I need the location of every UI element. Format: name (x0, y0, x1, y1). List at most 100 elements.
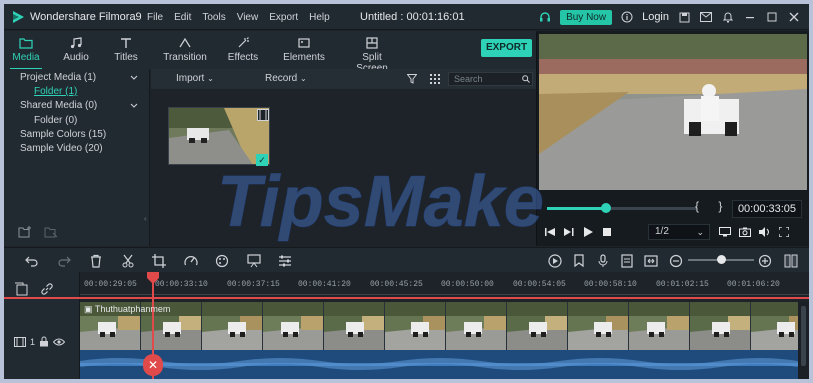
login-button[interactable]: Login (642, 11, 669, 23)
filter-icon[interactable] (407, 74, 417, 84)
volume-icon[interactable] (759, 227, 771, 237)
library-item-sample-colors[interactable]: Sample Colors (15) (20, 129, 106, 140)
music-note-icon (70, 37, 82, 49)
record-label: Record (265, 73, 298, 84)
save-icon[interactable] (677, 10, 691, 24)
menu-tools[interactable]: Tools (202, 12, 225, 23)
search-input[interactable]: Search (448, 72, 533, 86)
playback-progress-bar[interactable] (547, 207, 697, 210)
tab-media-label: Media (12, 52, 40, 63)
crop-icon[interactable] (152, 254, 166, 268)
redo-icon[interactable] (57, 254, 71, 268)
collapse-arrow-icon[interactable]: ‹ (144, 214, 147, 223)
skip-back-icon[interactable] (545, 227, 555, 237)
delete-icon[interactable] (89, 254, 103, 268)
video-track[interactable]: ▣ Thuthuatphanmem (80, 302, 798, 350)
tab-bar: Media Audio Titles Transition Effects El… (4, 31, 536, 74)
library-item-shared-media[interactable]: Shared Media (0) (20, 100, 97, 111)
zoom-in-icon[interactable] (758, 254, 772, 268)
playback-progress-handle[interactable] (600, 203, 611, 213)
library-item-project-media[interactable]: Project Media (1) (20, 72, 96, 83)
menu-edit[interactable]: Edit (174, 12, 191, 23)
speed-icon[interactable] (184, 254, 198, 268)
menu-view[interactable]: View (237, 12, 259, 23)
effects-icon (238, 37, 249, 48)
record-button[interactable]: Record ⌄ (265, 73, 307, 84)
timeline-ruler[interactable]: 00:00:29:05 00:00:33:10 00:00:37:15 00:0… (80, 272, 809, 300)
maximize-icon[interactable] (765, 10, 779, 24)
cut-icon[interactable] (121, 254, 135, 268)
mail-icon[interactable] (699, 10, 713, 24)
tab-titles[interactable]: Titles (112, 37, 140, 63)
menu-export[interactable]: Export (269, 12, 298, 23)
audio-track[interactable] (80, 350, 798, 379)
search-icon[interactable] (522, 75, 530, 83)
undo-icon[interactable] (25, 254, 39, 268)
menu-help[interactable]: Help (309, 12, 330, 23)
film-strip-icon: ▣ (84, 304, 95, 314)
play-icon[interactable] (583, 227, 593, 237)
tab-effects-label: Effects (227, 52, 259, 63)
chevron-down-icon[interactable] (130, 74, 138, 82)
tab-media[interactable]: Media (10, 37, 42, 70)
ruler-label: 00:00:29:05 (84, 280, 137, 289)
export-button[interactable]: EXPORT (481, 39, 532, 57)
display-icon[interactable] (719, 227, 731, 237)
buy-now-button[interactable]: Buy Now (560, 9, 613, 25)
grid-view-icon[interactable] (430, 74, 440, 84)
library-item-sample-video[interactable]: Sample Video (20) (20, 143, 103, 154)
snapshot-camera-icon[interactable] (739, 227, 751, 237)
playback-progress-fill (547, 207, 606, 210)
mark-in-out-icon[interactable]: { } (695, 199, 730, 213)
tab-audio[interactable]: Audio (62, 37, 90, 63)
fullscreen-icon[interactable] (779, 227, 789, 237)
delete-folder-icon[interactable] (44, 226, 58, 238)
timeline-vertical-scrollbar[interactable] (798, 302, 809, 379)
info-icon[interactable] (620, 10, 634, 24)
filmstrip-frame (324, 302, 385, 350)
add-track-icon[interactable] (14, 282, 28, 296)
ruler-label: 00:00:50:00 (441, 280, 494, 289)
color-icon[interactable] (215, 254, 229, 268)
marker-icon[interactable] (572, 254, 586, 268)
playhead-handle-icon[interactable] (146, 272, 160, 284)
stop-icon[interactable] (602, 227, 612, 237)
tab-transition[interactable]: Transition (161, 37, 209, 63)
headset-icon[interactable] (538, 10, 552, 24)
playhead-split-icon[interactable]: ✕ (143, 354, 163, 376)
preview-timecode: 00:00:33:05 (732, 200, 802, 218)
notification-icon[interactable] (721, 10, 735, 24)
filmora-logo-icon (13, 11, 24, 23)
render-preview-icon[interactable] (548, 254, 562, 268)
chevron-down-icon[interactable] (130, 102, 138, 110)
library-item-folder-0[interactable]: Folder (0) (34, 115, 77, 126)
eye-icon[interactable] (53, 338, 66, 346)
lock-icon[interactable] (39, 336, 49, 347)
scrollbar-thumb[interactable] (801, 306, 806, 366)
media-thumbnail[interactable] (168, 107, 270, 165)
selected-checkbox[interactable]: ✓ (256, 154, 268, 166)
minimize-icon[interactable] (743, 10, 757, 24)
audio-mixer-icon[interactable] (278, 254, 292, 268)
preview-frame-image (539, 34, 807, 190)
microphone-icon[interactable] (596, 254, 610, 268)
tab-effects[interactable]: Effects (225, 37, 261, 63)
menu-file[interactable]: File (147, 12, 163, 23)
fit-timeline-icon[interactable] (644, 254, 658, 268)
zoom-out-icon[interactable] (669, 254, 683, 268)
zoom-slider-handle[interactable] (717, 255, 726, 264)
voiceover-icon[interactable] (620, 254, 634, 268)
preview-quality-select[interactable]: 1/2 ⌄ (648, 224, 710, 240)
import-button[interactable]: Import ⌄ (176, 73, 214, 84)
panel-layout-icon[interactable] (784, 254, 798, 268)
media-library-panel: Project Media (1) Folder (1) Shared Medi… (4, 69, 150, 246)
close-icon[interactable] (787, 10, 801, 24)
green-screen-icon[interactable] (247, 254, 261, 268)
library-item-folder-1[interactable]: Folder (1) (34, 86, 77, 97)
media-browser: Import ⌄ Record ⌄ Search ✓ (151, 69, 536, 246)
tab-elements[interactable]: Elements (282, 37, 326, 63)
title-bar-actions: Buy Now Login (538, 8, 801, 26)
new-folder-icon[interactable] (18, 226, 32, 238)
play-step-icon[interactable] (564, 227, 574, 237)
link-icon[interactable] (40, 282, 54, 296)
